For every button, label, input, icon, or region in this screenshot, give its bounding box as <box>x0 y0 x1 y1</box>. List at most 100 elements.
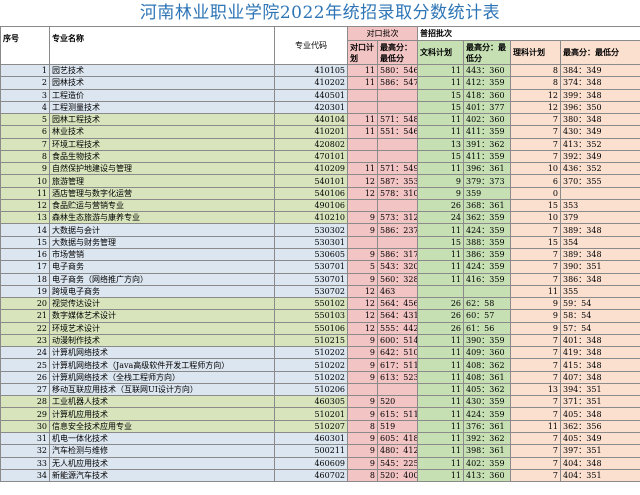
row-major-name: 旅游管理 <box>49 174 275 188</box>
row-duikou-plan: 11 <box>347 162 378 176</box>
row-seq: 26 <box>0 370 50 384</box>
header-puzhao-group: 普招批次 <box>417 26 640 41</box>
row-major-code: 460702 <box>274 468 348 483</box>
row-duikou-score: 560：328 <box>377 272 418 286</box>
row-like-plan: 15 <box>510 198 561 213</box>
row-like-plan: 7 <box>510 395 561 409</box>
row-wenke-score: 411：359 <box>463 125 511 139</box>
row-major-code: 460609 <box>274 456 348 470</box>
row-major-name: 动漫制作技术 <box>49 333 275 348</box>
row-major-name: 园林技术 <box>49 76 275 90</box>
row-major-name: 计算机网络技术（全栈工程师方向） <box>49 370 275 384</box>
row-like-plan: 7 <box>510 346 561 360</box>
row-like-score: 415：348 <box>560 358 640 372</box>
row-seq: 14 <box>0 223 50 237</box>
row-wenke-score: 430：359 <box>463 395 511 409</box>
table-row: 21 数字媒体艺术设计 550103 12 564：431 26 60：57 9 58：54 <box>0 309 640 323</box>
row-seq: 24 <box>0 346 50 360</box>
row-duikou-score: 580：546 <box>377 63 418 78</box>
row-major-name: 计算机网络技术（Java高级软件开发工程师方向） <box>49 358 275 372</box>
row-wenke-score: 386：359 <box>463 247 511 262</box>
row-seq: 16 <box>0 247 50 262</box>
table-row: 11 酒店管理与数字化运营 540106 12 578：310 9 359 0 <box>0 186 640 200</box>
row-wenke-plan: 11 <box>417 63 464 78</box>
row-like-score: 404：351 <box>560 468 640 483</box>
row-seq: 18 <box>0 272 50 286</box>
header-seq: 序号 <box>0 26 50 65</box>
row-duikou-score: 578：310 <box>377 186 418 200</box>
row-duikou-score: 600：514 <box>377 333 418 348</box>
row-seq: 20 <box>0 297 50 311</box>
row-like-plan: 13 <box>510 382 561 397</box>
row-like-plan: 7 <box>510 137 561 151</box>
row-duikou-score: 564：456 <box>377 297 418 311</box>
row-major-code: 530302 <box>274 223 348 237</box>
row-wenke-plan: 11 <box>417 407 464 421</box>
row-wenke-score: 398：361 <box>463 444 511 458</box>
row-seq: 22 <box>0 321 50 335</box>
row-duikou-score: 543：320 <box>377 260 418 274</box>
row-wenke-plan: 11 <box>417 382 464 397</box>
row-major-code: 440501 <box>274 88 348 102</box>
header-lk-score: 最高分：最低分 <box>560 40 640 65</box>
row-wenke-score: 408：362 <box>463 358 511 372</box>
row-like-score: 419：348 <box>560 346 640 360</box>
row-major-name: 计算机应用技术 <box>49 407 275 421</box>
row-wenke-plan: 15 <box>417 235 464 249</box>
row-wenke-plan: 15 <box>417 100 464 115</box>
row-wenke-score: 418：360 <box>463 88 511 102</box>
table-row: 29 计算机应用技术 510201 9 615：511 11 424：359 7 405：348 <box>0 407 640 421</box>
row-major-code: 550102 <box>274 297 348 311</box>
row-duikou-plan: 9 <box>347 358 378 372</box>
row-like-plan: 12 <box>510 100 561 115</box>
row-like-score: 405：348 <box>560 407 640 421</box>
row-seq: 28 <box>0 395 50 409</box>
row-major-code: 530701 <box>274 260 348 274</box>
row-like-plan: 7 <box>510 113 561 127</box>
row-like-score: 57：54 <box>560 321 640 335</box>
table-row: 8 食品生物技术 470101 15 411：359 7 392：349 <box>0 149 640 164</box>
row-seq: 27 <box>0 382 50 397</box>
row-duikou-plan: 11 <box>347 125 378 139</box>
row-major-name: 移动互联应用技术（互联网UI设计方向） <box>49 382 275 397</box>
header-wk-score: 最高分：最低分 <box>463 40 511 65</box>
row-wenke-score: 402：360 <box>463 113 511 127</box>
row-wenke-plan: 11 <box>417 76 464 90</box>
row-seq: 13 <box>0 211 50 225</box>
row-wenke-score: 409：360 <box>463 346 511 360</box>
row-duikou-plan: 11 <box>347 76 378 90</box>
row-major-code: 530702 <box>274 284 348 299</box>
row-seq: 10 <box>0 174 50 188</box>
row-like-plan: 9 <box>510 309 561 323</box>
row-duikou-score: 573：312 <box>377 211 418 225</box>
table-row: 20 视觉传达设计 550102 12 564：456 26 62：58 9 59：54 <box>0 297 640 311</box>
row-major-code: 540101 <box>274 174 348 188</box>
row-like-plan: 7 <box>510 407 561 421</box>
row-duikou-plan: 9 <box>347 407 378 421</box>
row-like-score: 392：349 <box>560 149 640 164</box>
row-major-name: 环境艺术设计 <box>49 321 275 335</box>
table-row: 14 大数据与会计 530302 9 586：237 11 424：359 7 389：348 <box>0 223 640 237</box>
table-row: 23 动漫制作技术 510215 9 600：514 11 390：359 7 401：348 <box>0 333 640 348</box>
row-like-score: 394：351 <box>560 382 640 397</box>
row-duikou-plan <box>347 382 378 397</box>
row-major-name: 信息安全技术应用专业 <box>49 419 275 433</box>
row-wenke-plan: 11 <box>417 125 464 139</box>
row-duikou-score: 520：400 <box>377 468 418 483</box>
row-wenke-score: 413：360 <box>463 468 511 483</box>
row-like-plan: 7 <box>510 149 561 164</box>
row-seq: 25 <box>0 358 50 372</box>
row-major-name: 计算机网络技术 <box>49 346 275 360</box>
table-row: 25 计算机网络技术（Java高级软件开发工程师方向） 510202 9 617：511… <box>0 358 640 372</box>
row-like-score: 384：349 <box>560 63 640 78</box>
row-major-code: 550103 <box>274 309 348 323</box>
row-wenke-score: 412：359 <box>463 76 511 90</box>
row-duikou-plan: 11 <box>347 63 378 78</box>
row-major-code: 420802 <box>274 137 348 151</box>
row-wenke-score <box>463 284 511 299</box>
table-row: 13 森林生态旅游与康养专业 410210 9 573：312 24 362：359 10 37… <box>0 211 640 225</box>
row-wenke-score: 408：361 <box>463 370 511 384</box>
row-like-plan: 7 <box>510 431 561 446</box>
row-wenke-score: 402：359 <box>463 456 511 470</box>
table-row: 22 环境艺术设计 550106 12 555：442 26 61：56 9 57：54 <box>0 321 640 335</box>
